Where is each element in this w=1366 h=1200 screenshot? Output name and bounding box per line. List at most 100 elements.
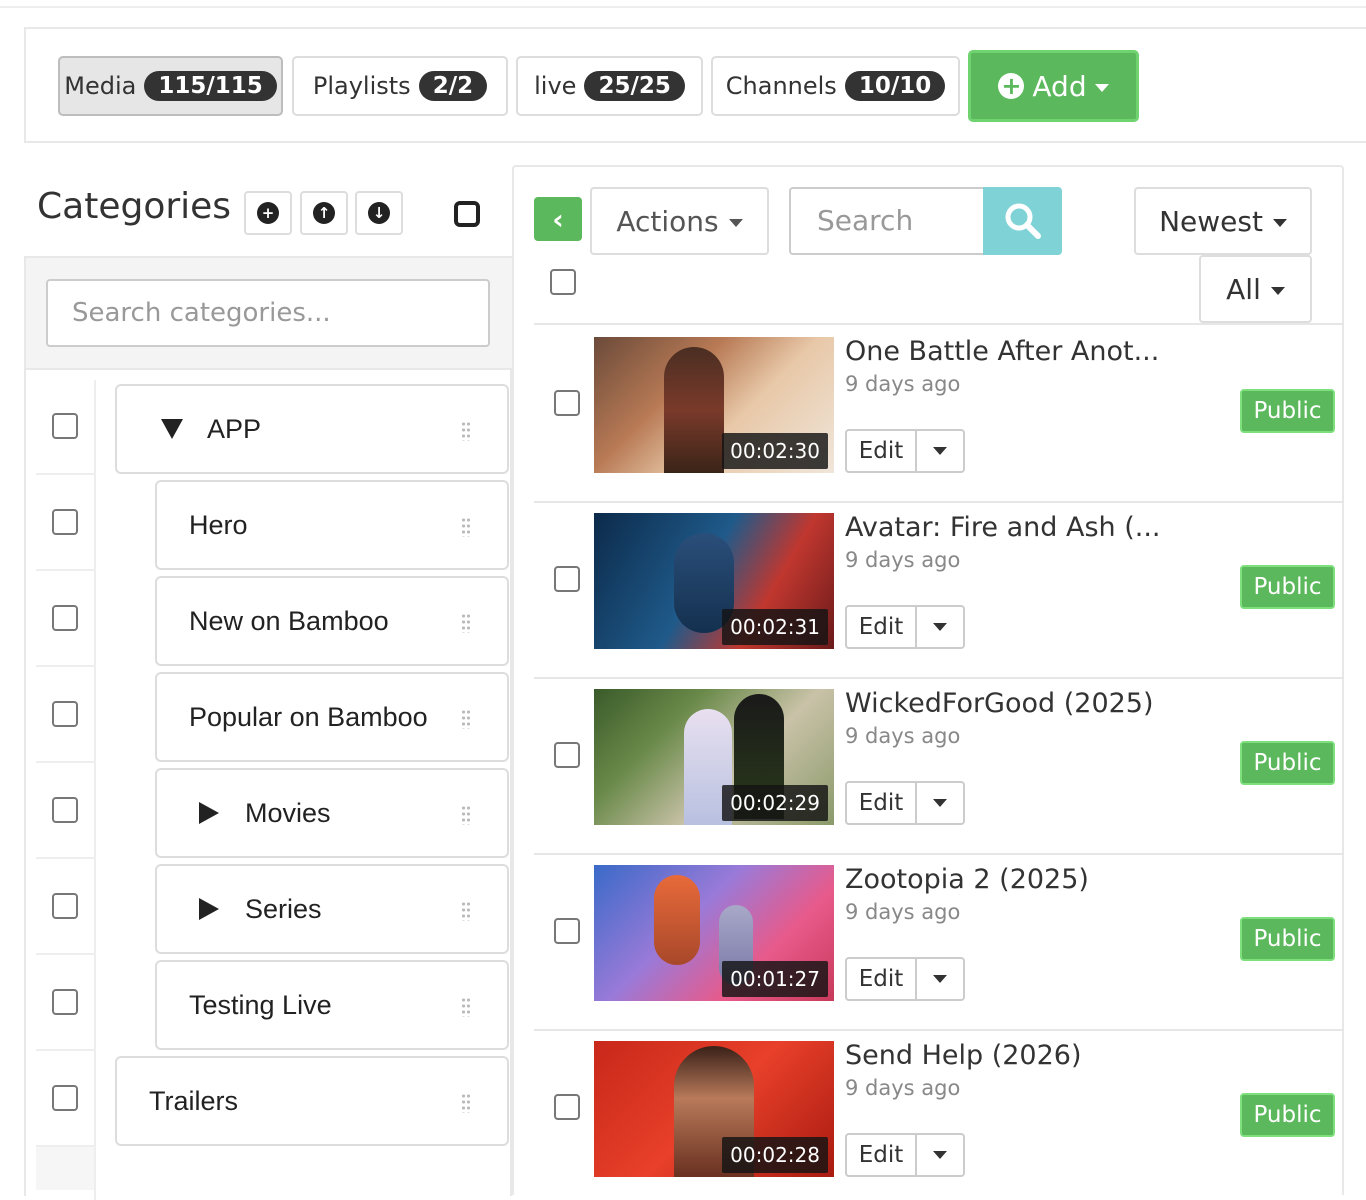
video-thumbnail[interactable]: 00:01:27 (594, 865, 834, 1001)
media-checkbox[interactable] (554, 390, 580, 416)
caret-down-icon (933, 1151, 947, 1159)
move-up-button[interactable]: ↑ (300, 191, 348, 235)
actions-dropdown[interactable]: Actions (590, 187, 769, 255)
collapse-sidebar-button[interactable]: ‹ (534, 197, 582, 241)
category-checkbox[interactable] (52, 1085, 78, 1111)
plus-circle-icon: + (257, 202, 279, 224)
category-item-movies[interactable]: Movies (155, 768, 509, 858)
tab-playlists[interactable]: Playlists 2/2 (292, 56, 508, 116)
media-title[interactable]: One Battle After Anot... (845, 336, 1159, 367)
drag-handle-icon[interactable] (461, 901, 471, 921)
edit-dropdown-toggle[interactable] (917, 1135, 963, 1175)
top-divider (0, 6, 1366, 8)
category-label: Testing Live (189, 989, 332, 1020)
edit-button[interactable]: Edit (847, 1135, 917, 1175)
edit-button[interactable]: Edit (847, 959, 917, 999)
duration-badge: 00:02:28 (722, 1137, 828, 1173)
category-item-testing-live[interactable]: Testing Live (155, 960, 509, 1050)
media-checkbox[interactable] (554, 1094, 580, 1120)
edit-button[interactable]: Edit (847, 607, 917, 647)
category-item-app[interactable]: APP (115, 384, 509, 474)
edit-button-group: Edit (845, 1133, 965, 1177)
row-divider (534, 1029, 1344, 1031)
category-item-hero[interactable]: Hero (155, 480, 509, 570)
category-checkbox[interactable] (52, 413, 78, 439)
category-checkbox[interactable] (52, 509, 78, 535)
chevron-left-icon: ‹ (552, 202, 564, 236)
edit-dropdown-toggle[interactable] (917, 607, 963, 647)
sort-dropdown[interactable]: Newest (1134, 187, 1312, 255)
media-checkbox[interactable] (554, 566, 580, 592)
category-item-series[interactable]: Series (155, 864, 509, 954)
category-label: Trailers (149, 1085, 239, 1116)
media-title[interactable]: Send Help (2026) (845, 1040, 1082, 1071)
add-button-label: Add (1032, 69, 1087, 103)
tab-media[interactable]: Media 115/115 (58, 56, 283, 116)
tab-channels[interactable]: Channels 10/10 (711, 56, 960, 116)
edit-button[interactable]: Edit (847, 783, 917, 823)
caret-down-icon (1270, 287, 1285, 295)
media-checkbox[interactable] (554, 742, 580, 768)
row-divider (36, 665, 94, 667)
select-all-categories-checkbox[interactable] (454, 201, 480, 227)
category-checkbox[interactable] (52, 605, 78, 631)
edit-dropdown-toggle[interactable] (917, 783, 963, 823)
search-button[interactable] (983, 187, 1062, 255)
drag-handle-icon[interactable] (461, 1093, 471, 1113)
media-checkbox[interactable] (554, 918, 580, 944)
sort-label: Newest (1159, 204, 1263, 238)
edit-button-group: Edit (845, 429, 965, 473)
category-checkbox[interactable] (52, 701, 78, 727)
edit-button[interactable]: Edit (847, 431, 917, 471)
drag-handle-icon[interactable] (461, 613, 471, 633)
category-label: Movies (245, 797, 331, 828)
media-title[interactable]: Avatar: Fire and Ash (... (845, 512, 1161, 543)
row-divider (36, 569, 94, 571)
edit-dropdown-toggle[interactable] (917, 959, 963, 999)
add-button[interactable]: + Add (968, 50, 1139, 122)
move-down-button[interactable]: ↓ (355, 191, 403, 235)
category-checkbox[interactable] (52, 989, 78, 1015)
filter-label: All (1226, 272, 1261, 306)
row-divider (36, 953, 94, 955)
select-all-media-checkbox[interactable] (550, 269, 576, 295)
video-thumbnail[interactable]: 00:02:31 (594, 513, 834, 649)
add-category-button[interactable]: + (244, 191, 292, 235)
row-divider (534, 677, 1344, 679)
drag-handle-icon[interactable] (461, 997, 471, 1017)
collapse-triangle-icon[interactable] (199, 802, 219, 824)
media-title[interactable]: Zootopia 2 (2025) (845, 864, 1089, 895)
category-checkbox[interactable] (52, 797, 78, 823)
content-type-tabs: Media 115/115 Playlists 2/2 live 25/25 C… (24, 27, 1366, 143)
arrow-down-icon: ↓ (368, 202, 390, 224)
status-badge[interactable]: Public (1240, 389, 1335, 433)
category-item-trailers[interactable]: Trailers (115, 1056, 509, 1146)
expand-triangle-icon[interactable] (161, 419, 183, 439)
edit-dropdown-toggle[interactable] (917, 431, 963, 471)
categories-title: Categories (37, 186, 232, 227)
category-checkbox[interactable] (52, 893, 78, 919)
media-title[interactable]: WickedForGood (2025) (845, 688, 1154, 719)
drag-handle-icon[interactable] (461, 517, 471, 537)
tab-label: live (534, 72, 577, 100)
filter-dropdown[interactable]: All (1199, 255, 1312, 323)
video-thumbnail[interactable]: 00:02:28 (594, 1041, 834, 1177)
count-badge: 115/115 (144, 71, 277, 101)
video-thumbnail[interactable]: 00:02:30 (594, 337, 834, 473)
category-search-input[interactable]: Search categories... (46, 279, 490, 347)
status-badge[interactable]: Public (1240, 565, 1335, 609)
status-badge[interactable]: Public (1240, 1093, 1335, 1137)
video-thumbnail[interactable]: 00:02:29 (594, 689, 834, 825)
category-item-new-on-bamboo[interactable]: New on Bamboo (155, 576, 509, 666)
media-search-input[interactable]: Search (789, 187, 983, 255)
drag-handle-icon[interactable] (461, 805, 471, 825)
row-divider (534, 501, 1344, 503)
drag-handle-icon[interactable] (461, 709, 471, 729)
status-badge[interactable]: Public (1240, 917, 1335, 961)
category-item-popular-on-bamboo[interactable]: Popular on Bamboo (155, 672, 509, 762)
status-badge[interactable]: Public (1240, 741, 1335, 785)
search-icon (1005, 203, 1041, 239)
drag-handle-icon[interactable] (461, 421, 471, 441)
tab-live[interactable]: live 25/25 (516, 56, 703, 116)
collapse-triangle-icon[interactable] (199, 898, 219, 920)
